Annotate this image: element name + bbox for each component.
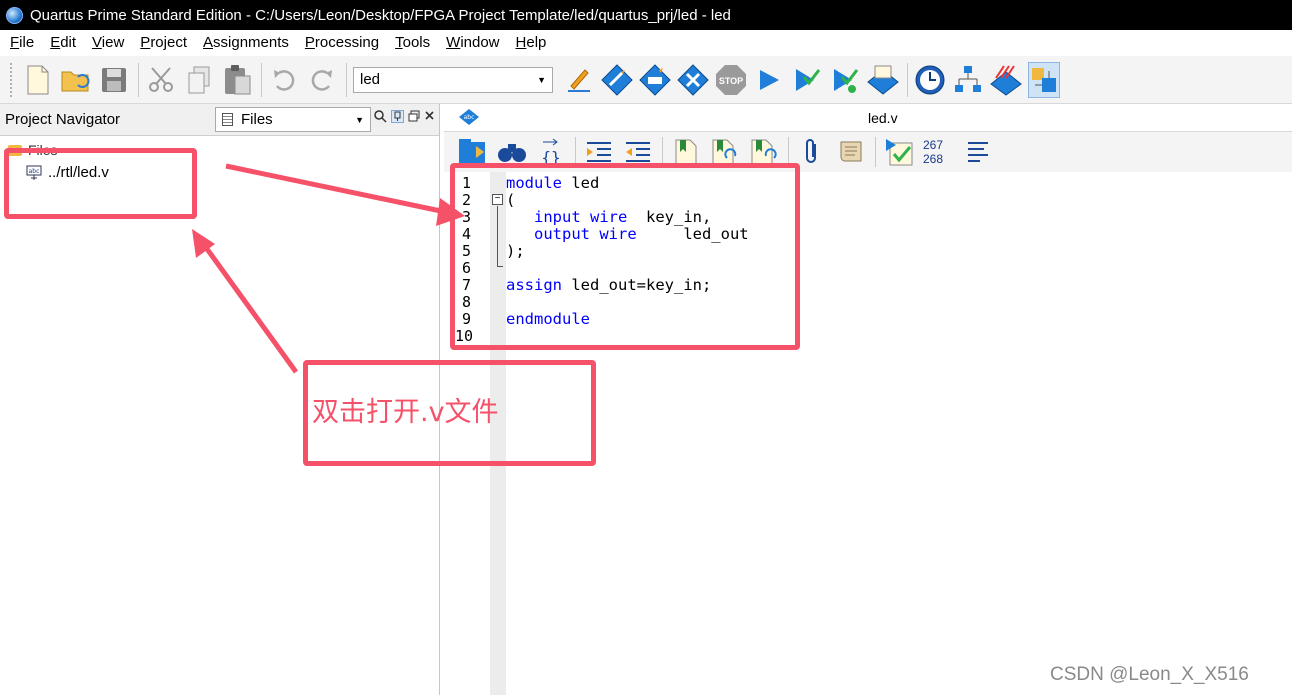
redo-icon[interactable] [306, 62, 338, 98]
main-toolbar: led ▼ STOP [0, 56, 1292, 104]
start-compilation-icon[interactable] [753, 62, 785, 98]
save-icon[interactable] [98, 62, 130, 98]
timing-analyzer-icon[interactable] [829, 62, 861, 98]
check-syntax-icon[interactable] [884, 136, 914, 168]
analysis-icon[interactable] [601, 62, 633, 98]
menu-assignments[interactable]: Assignments [195, 30, 297, 56]
eda-netlist-icon[interactable] [990, 62, 1022, 98]
entity-combo[interactable]: led ▼ [353, 66, 553, 93]
project-navigator-title: Project Navigator [5, 111, 121, 128]
line-count-second: 268 [923, 152, 944, 166]
files-tree: Files abc ../rtl/led.v [0, 136, 439, 181]
search-icon[interactable] [374, 110, 387, 126]
new-file-icon[interactable] [22, 62, 54, 98]
float-window-icon[interactable] [408, 110, 420, 126]
svg-text:abc: abc [464, 114, 475, 121]
line-count-display: 267 268 [923, 138, 953, 166]
chevron-down-icon: ▼ [537, 74, 546, 85]
assembler-icon[interactable] [791, 62, 823, 98]
rtl-viewer-icon[interactable] [952, 62, 984, 98]
editor-tab-bar: abc led.v [444, 104, 1292, 132]
timequest-icon[interactable] [914, 62, 946, 98]
fitter-icon[interactable] [677, 62, 709, 98]
menu-processing[interactable]: Processing [297, 30, 387, 56]
scroll-template-icon[interactable] [836, 136, 866, 168]
open-icon[interactable] [60, 62, 92, 98]
quartus-app-icon [6, 6, 23, 24]
chip-planner-icon[interactable] [1028, 61, 1060, 98]
settings-pencil-icon[interactable] [563, 62, 595, 98]
entity-combo-value: led [360, 71, 381, 88]
pin-icon[interactable] [391, 110, 404, 123]
paperclip-icon[interactable] [797, 136, 827, 168]
editor-tab-title[interactable]: led.v [868, 110, 898, 126]
copy-icon[interactable] [183, 62, 215, 98]
title-bar: Quartus Prime Standard Edition - C:/User… [0, 0, 1292, 30]
document-icon [222, 113, 233, 126]
menu-view[interactable]: View [84, 30, 132, 56]
toolbar-separator [907, 62, 908, 97]
project-navigator-header: Project Navigator Files ▼ [0, 104, 439, 136]
annotation-box-code [450, 163, 800, 350]
navigator-view-value: Files [241, 111, 273, 128]
menu-bar: File Edit View Project Assignments Proce… [0, 30, 1292, 56]
close-icon[interactable] [424, 110, 435, 126]
stop-icon[interactable]: STOP [715, 62, 747, 98]
text-lines-icon[interactable] [963, 136, 993, 168]
chevron-down-icon: ▼ [355, 114, 364, 125]
svg-text:STOP: STOP [719, 76, 743, 86]
toolbar-grip[interactable] [10, 62, 14, 97]
window-title: Quartus Prime Standard Edition - C:/User… [30, 6, 731, 24]
netlist-viewer-icon[interactable] [867, 62, 899, 98]
line-count-first: 267 [923, 138, 944, 152]
watermark: CSDN @Leon_X_X516 [1050, 664, 1249, 685]
menu-edit[interactable]: Edit [42, 30, 84, 56]
menu-file[interactable]: File [2, 30, 42, 56]
toolbar-separator [346, 62, 347, 97]
annotation-box-file-tree [4, 148, 197, 219]
paste-icon[interactable] [221, 62, 253, 98]
panel-header-icons [374, 110, 435, 126]
toolbar-separator [261, 62, 262, 97]
toolbar-separator [875, 137, 876, 167]
navigator-view-combo[interactable]: Files ▼ [215, 107, 371, 132]
cut-icon[interactable] [145, 62, 177, 98]
synthesis-icon[interactable] [639, 62, 671, 98]
annotation-label: 双击打开.v文件 [312, 397, 499, 428]
menu-help[interactable]: Help [508, 30, 555, 56]
text-editor-icon: abc [458, 108, 480, 126]
undo-icon[interactable] [268, 62, 300, 98]
menu-project[interactable]: Project [132, 30, 195, 56]
toolbar-separator [138, 62, 139, 97]
menu-window[interactable]: Window [438, 30, 507, 56]
menu-tools[interactable]: Tools [387, 30, 438, 56]
